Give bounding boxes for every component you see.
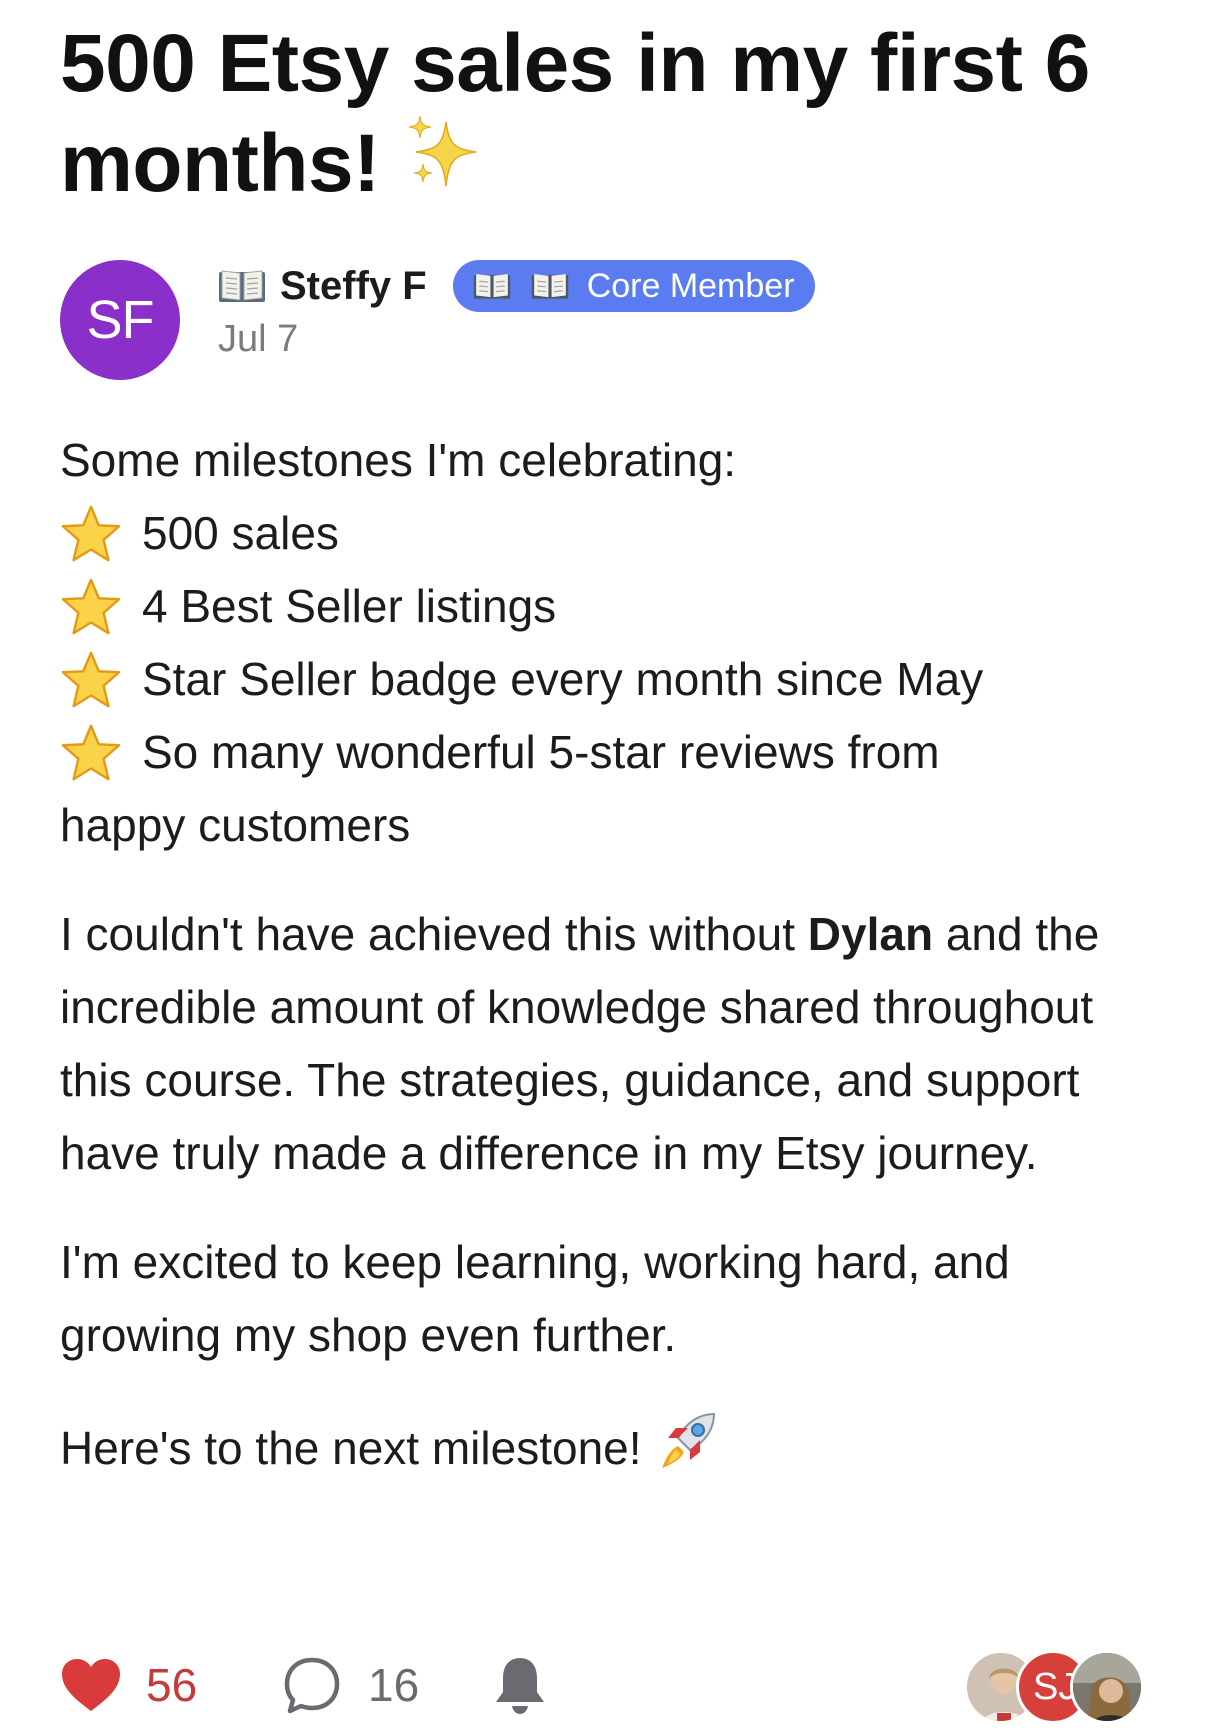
paragraph-excited: I'm excited to keep learning, working ha…: [60, 1236, 1010, 1361]
rocket-icon: [656, 1408, 722, 1474]
star-icon: [61, 505, 121, 561]
star-icon: [61, 651, 121, 707]
like-count[interactable]: 56: [146, 1658, 226, 1712]
star-icon: [61, 724, 121, 780]
open-book-icon: [218, 268, 266, 304]
open-book-icon: [473, 271, 511, 301]
list-item: Star Seller badge every month since May: [60, 643, 1170, 716]
sparkles-icon: [406, 113, 478, 213]
post-footer: 56 16 SJ: [60, 1650, 1150, 1724]
open-book-icon: [531, 271, 569, 301]
heart-icon[interactable]: [60, 1657, 122, 1713]
participant-avatars[interactable]: SJ: [964, 1650, 1144, 1724]
post-body: Some milestones I'm celebrating: 500 sal…: [60, 424, 1170, 1485]
author-avatar[interactable]: SF: [60, 260, 180, 380]
milestone-text: 4 Best Seller listings: [142, 580, 557, 632]
list-item: 500 sales: [60, 497, 1170, 570]
mentioned-name: Dylan: [807, 908, 934, 960]
author-name[interactable]: Steffy F: [280, 264, 427, 309]
milestone-text: Star Seller badge every month since May: [142, 653, 984, 705]
bell-icon[interactable]: [492, 1654, 548, 1716]
list-item: 4 Best Seller listings: [60, 570, 1170, 643]
badge-label: Core Member: [586, 266, 795, 305]
author-initials: SF: [86, 290, 154, 350]
intro-text: Some milestones I'm celebrating:: [60, 434, 737, 486]
paragraph-text: Here's to the next milestone!: [60, 1422, 642, 1474]
milestone-text: 500 sales: [142, 507, 339, 559]
member-badge: Core Member: [452, 260, 815, 312]
milestone-continuation: happy customers: [60, 799, 411, 851]
list-item: So many wonderful 5-star reviews from: [60, 716, 1170, 789]
post-date: Jul 7: [218, 318, 299, 360]
paragraph-text: I couldn't have achieved this without: [60, 908, 808, 960]
paragraph-closing: Here's to the next milestone!: [60, 1408, 1170, 1485]
milestone-text: So many wonderful 5-star reviews from: [142, 726, 940, 778]
post-title-text: 500 Etsy sales in my first 6 months!: [60, 18, 1090, 209]
comment-icon[interactable]: [282, 1655, 342, 1715]
comment-count[interactable]: 16: [368, 1658, 448, 1712]
author-row: Steffy F Core Member: [218, 258, 815, 314]
post-page: 500 Etsy sales in my first 6 months! SF …: [0, 0, 1206, 1735]
avatar: [1070, 1650, 1144, 1724]
star-icon: [61, 578, 121, 634]
paragraph-thanks: I couldn't have achieved this without Dy…: [60, 898, 1170, 1190]
post-title: 500 Etsy sales in my first 6 months!: [60, 14, 1160, 219]
